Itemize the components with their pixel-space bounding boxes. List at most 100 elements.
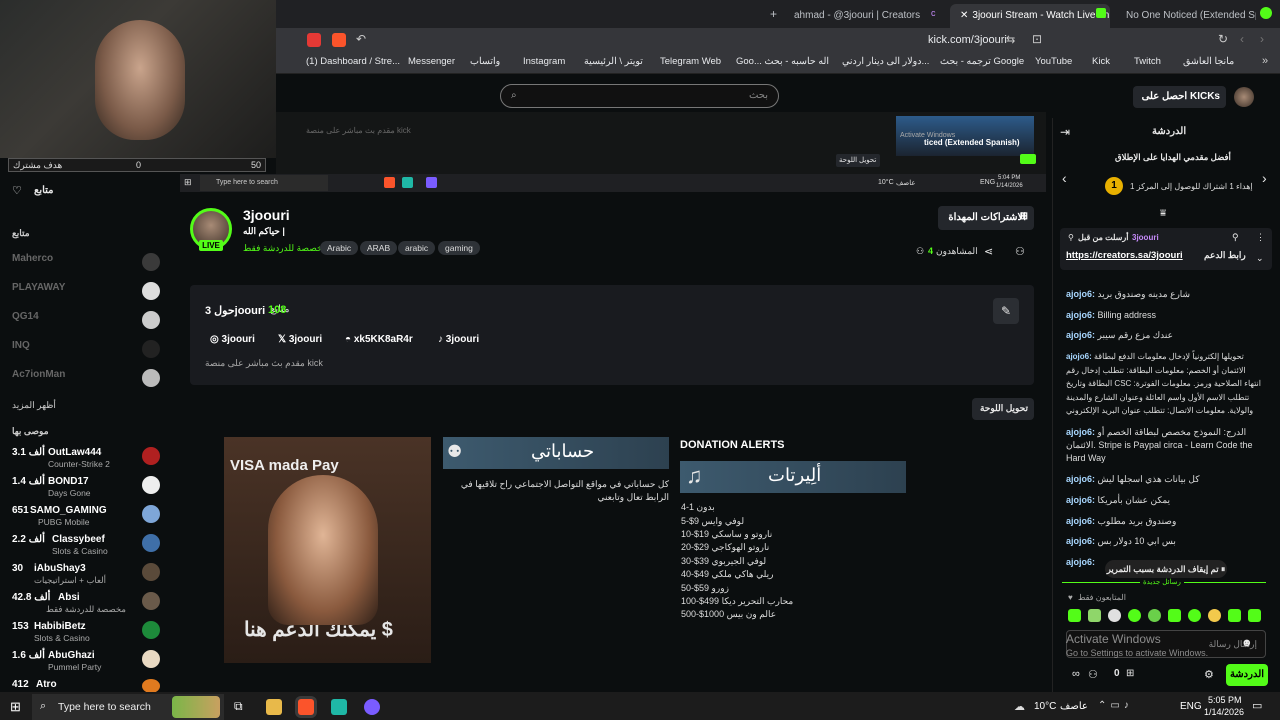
app-icon[interactable] [331, 699, 347, 715]
taskbar-lang[interactable]: ENG [1180, 701, 1202, 712]
emote-icon[interactable] [1148, 609, 1161, 622]
bookmark-manga[interactable]: مانجا العاشق [1183, 56, 1234, 67]
sidebar-item-habibibetz[interactable]: 153 HabibiBetz Slots & Casino [10, 618, 160, 644]
bookmark-dashboard[interactable]: (1) Dashboard / Stre... [306, 56, 400, 67]
forward-icon[interactable]: › [1260, 32, 1264, 46]
bookmark-kick[interactable]: Kick [1092, 56, 1110, 67]
user-avatar[interactable] [1234, 87, 1254, 107]
sidebar-item-qg14[interactable]: QG14 [10, 308, 160, 334]
bookmark-twitch[interactable]: Twitch [1134, 56, 1161, 67]
discord-link[interactable]: ◓ xk5KK8aR4r [345, 334, 413, 345]
sidebar-item-iabushay3[interactable]: 30 iAbuShay3 ألعاب + استراتيجيات [10, 560, 160, 586]
chevron-down-icon[interactable]: ⌄ [1256, 253, 1264, 264]
emote-icon[interactable] [1068, 609, 1081, 622]
tab-youtube[interactable]: No One Noticed (Extended Spanis [1116, 4, 1256, 28]
gift-users-icon[interactable]: ⚇ [1088, 668, 1098, 681]
sidebar-item-samo-gaming[interactable]: 651 SAMO_GAMING PUBG Mobile [10, 502, 160, 528]
collapse-chat-icon[interactable]: ⇥ [1060, 125, 1070, 139]
sidebar-item-bond17[interactable]: 1.4 ألف BOND17 Days Gone [10, 473, 160, 499]
next-arrow-icon[interactable]: › [1262, 170, 1267, 186]
taskbar-date[interactable]: 1/14/2026 [1204, 707, 1244, 717]
emote-icon[interactable] [1228, 609, 1241, 622]
sidebar-item-outlaw444[interactable]: 3.1 ألف OutLaw444 Counter-Strike 2 [10, 444, 160, 470]
more-bookmarks-icon[interactable]: » [1262, 55, 1268, 67]
emote-icon[interactable] [1208, 609, 1221, 622]
pin-icon[interactable]: ⚲ [1232, 232, 1239, 243]
chat-send-button[interactable]: الدردشة [1226, 664, 1268, 686]
infinity-icon[interactable]: ∞ [1072, 668, 1080, 680]
tab-creators[interactable]: ahmad - @3joouri | Creators [784, 4, 924, 28]
sidebar-item-inq[interactable]: INQ [10, 337, 160, 363]
notification-icon[interactable]: ▭ [1252, 699, 1262, 712]
pinned-message[interactable]: ⚲ أرسلت من قبل 3joouri ⚲ ⋮ https://creat… [1060, 228, 1272, 270]
sidebar-item-atro[interactable]: 412 Atro [10, 676, 160, 693]
prev-arrow-icon[interactable]: ‹ [1062, 170, 1067, 186]
back-icon[interactable]: ‹ [1240, 32, 1244, 46]
tag-pill[interactable]: Arabic [320, 241, 359, 255]
sidebar-item-abughazi[interactable]: 1.6 ألف AbuGhazi Pummel Party [10, 647, 160, 673]
new-tab-icon[interactable]: + [770, 7, 777, 21]
site-settings-icon[interactable]: ⇆ [1006, 33, 1015, 46]
kicks-icon[interactable]: ⊞ [1126, 668, 1134, 679]
chat-paused-button[interactable]: تم إيقاف الدردشة بسبب التمرير ⏸ [1105, 560, 1227, 578]
sidebar-item-classybeef[interactable]: 2.2 ألف Classybeef Slots & Casino [10, 531, 160, 557]
emote-icon[interactable] [1088, 609, 1101, 622]
url-field[interactable]: kick.com/3joouri [928, 34, 1007, 46]
pinned-link[interactable]: https://creators.sa/3joouri [1066, 250, 1183, 261]
emote-icon[interactable] [1108, 609, 1121, 622]
edit-about-button[interactable]: ✎ [993, 298, 1019, 324]
bookmark-twitter[interactable]: تويتر \ الرئيسية [584, 56, 643, 67]
file-explorer-icon[interactable] [266, 699, 282, 715]
tag-pill[interactable]: gaming [438, 241, 480, 255]
bookmark-messenger[interactable]: Messenger [408, 56, 455, 67]
instagram-link[interactable]: ◎ 3joouri [210, 334, 255, 345]
embedded-lang: ENG [980, 179, 996, 186]
system-tray-icons[interactable]: ⌃▭♪ [1098, 700, 1133, 711]
extension-icon[interactable] [307, 33, 321, 47]
following-heart-icon[interactable]: ♡ [12, 184, 22, 197]
sidebar-item-playaway[interactable]: PLAYAWAY [10, 279, 160, 305]
chat-filter-icon[interactable]: ⩸ [1160, 208, 1166, 219]
tag-pill[interactable]: ARAB [360, 241, 398, 255]
bookmark-youtube[interactable]: YouTube [1035, 56, 1072, 67]
x-link[interactable]: 𝕏 3joouri [278, 334, 322, 345]
emote-icon[interactable] [1188, 609, 1201, 622]
taskbar-search[interactable]: ⌕ Type here to search [32, 694, 224, 720]
tab-kick-stream[interactable]: ✕ 3joouri Stream - Watch Live on K [950, 4, 1110, 28]
bookmark-calculator[interactable]: Goo... اله حاسبه - بحث [736, 56, 829, 67]
brave-shield-icon[interactable] [332, 33, 346, 47]
bookmark-icon[interactable]: ⊡ [1032, 32, 1042, 46]
task-view-icon[interactable]: ⧉ [234, 699, 243, 714]
emote-icon[interactable] [1248, 609, 1261, 622]
stream-category-link[interactable]: مخصصة للدردشة فقط [243, 243, 328, 254]
more-options-icon[interactable]: ⋮ [1256, 232, 1265, 243]
taskbar-time[interactable]: 5:05 PM [1208, 695, 1242, 705]
bookmark-translate[interactable]: ترجمه - بحث Google [940, 56, 1024, 67]
bookmark-whatsapp[interactable]: واتساب [470, 56, 500, 67]
edit-panels-button[interactable]: تحويل اللوحة [972, 398, 1034, 420]
sidebar-item-maherco[interactable]: Maherco [10, 250, 160, 276]
add-user-icon[interactable]: ⚇ [1015, 245, 1025, 258]
sidebar-item-ac7ionman[interactable]: Ac7ionMan [10, 366, 160, 392]
search-input[interactable]: بحث ⌕ [500, 84, 779, 108]
gift-subs-button[interactable]: الاشتراكات المهداة ⊞ [938, 206, 1034, 230]
sidebar-item-absi[interactable]: 42.8 ألف Absi مخصصة للدردشة فقط [10, 589, 160, 615]
tiktok-link[interactable]: ♪ 3joouri [438, 334, 479, 345]
close-tab-icon[interactable]: ✕ [960, 10, 968, 21]
gear-icon[interactable]: ⚙ [1204, 668, 1214, 681]
show-more-link[interactable]: أظهر المزيد [12, 400, 56, 411]
emote-icon[interactable] [1168, 609, 1181, 622]
emote-icon[interactable] [1128, 609, 1141, 622]
tag-pill[interactable]: arabic [398, 241, 436, 255]
undo-icon[interactable]: ↶ [356, 32, 366, 46]
get-kicks-button[interactable]: احصل على KICKs [1133, 86, 1226, 108]
brave-icon[interactable] [298, 699, 314, 715]
reload-icon[interactable]: ↻ [1218, 32, 1228, 46]
windows-start-icon[interactable]: ⊞ [10, 699, 21, 715]
bookmark-telegram[interactable]: Telegram Web [660, 56, 721, 67]
discord-icon[interactable] [364, 699, 380, 715]
bookmark-currency[interactable]: دولار الى دينار اردني... [842, 56, 929, 67]
emoji-icon[interactable]: ☻ [1241, 637, 1253, 649]
bookmark-instagram[interactable]: Instagram [523, 56, 565, 67]
share-icon[interactable]: ⋖ [984, 245, 993, 258]
